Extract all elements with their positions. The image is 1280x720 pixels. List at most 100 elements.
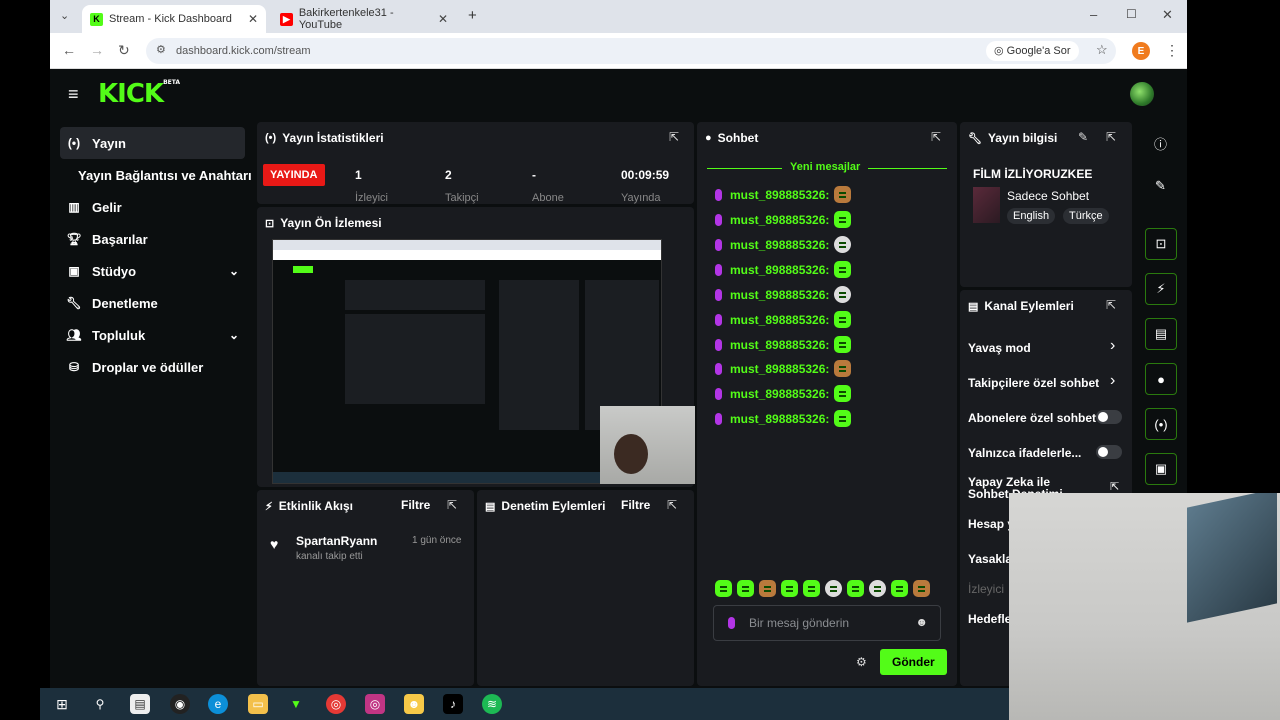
followers-only-item[interactable]: Takipçilere özel sohbet: [968, 376, 1099, 390]
store-icon[interactable]: ▤: [130, 694, 150, 714]
app-icon[interactable]: ◉: [170, 694, 190, 714]
sidebar-item-stream-key[interactable]: Yayın Bağlantısı ve Anahtarı: [72, 159, 262, 191]
panel-title: ⊡ Yayın Ön İzlemesi: [265, 216, 382, 230]
user-avatar[interactable]: [1130, 82, 1154, 106]
tag-chip[interactable]: Türkçe: [1063, 208, 1109, 224]
subscribers-only-toggle[interactable]: [1096, 410, 1122, 424]
rail-document-button[interactable]: ▤: [1145, 318, 1177, 350]
slow-mode-item[interactable]: Yavaş mod: [968, 341, 1031, 355]
windows-start-icon[interactable]: ⊞: [52, 694, 72, 714]
google-ask-button[interactable]: ◎ Google'a Sor: [986, 41, 1079, 61]
chevron-right-icon[interactable]: ›: [1110, 372, 1115, 390]
close-tab-icon[interactable]: ✕: [438, 12, 448, 26]
sidebar-item-basarilar[interactable]: 🏆︎ Başarılar: [60, 223, 245, 255]
chat-username[interactable]: must_898885326:: [730, 288, 829, 302]
send-button[interactable]: Gönder: [880, 649, 947, 675]
emote-icon[interactable]: [891, 580, 908, 597]
emote-icon[interactable]: [781, 580, 798, 597]
forward-icon[interactable]: →: [90, 42, 104, 58]
emote-icon[interactable]: [825, 580, 842, 597]
popout-icon[interactable]: ⇱: [931, 130, 941, 144]
menu-dots-icon[interactable]: ⋮: [1165, 42, 1179, 59]
hamburger-menu-icon[interactable]: ≡: [68, 84, 79, 105]
emote-icon[interactable]: [737, 580, 754, 597]
minimize-icon[interactable]: –: [1090, 7, 1097, 22]
sidebar-item-yayin[interactable]: (•) Yayın: [60, 127, 245, 159]
account-item[interactable]: Hesap y: [968, 517, 1014, 531]
event-user[interactable]: SpartanRyann: [296, 534, 377, 548]
edit-pencil-icon[interactable]: ✎: [1155, 178, 1166, 194]
emote-icon[interactable]: [869, 580, 886, 597]
sidebar-item-topluluk[interactable]: 👥︎ Topluluk ⌄: [60, 319, 245, 351]
popout-icon[interactable]: ⇱: [1106, 298, 1116, 312]
reload-icon[interactable]: ↻: [118, 42, 130, 59]
popout-icon[interactable]: ⇱: [667, 498, 677, 512]
rail-channel-button[interactable]: ▣: [1145, 453, 1177, 485]
profile-avatar[interactable]: E: [1132, 42, 1150, 60]
rail-broadcast-button[interactable]: (•): [1145, 408, 1177, 440]
sidebar-item-droplar[interactable]: ⛁ Droplar ve ödüller: [60, 351, 245, 383]
popout-icon[interactable]: ⇱: [1106, 130, 1116, 144]
chat-username[interactable]: must_898885326:: [730, 263, 829, 277]
emoji-icon[interactable]: ☻: [915, 615, 928, 629]
chat-username[interactable]: must_898885326:: [730, 412, 829, 426]
chrome-icon[interactable]: ◎: [326, 694, 346, 714]
emote-icon[interactable]: [803, 580, 820, 597]
category-thumbnail[interactable]: [973, 187, 1000, 223]
emote-only-toggle[interactable]: [1096, 445, 1122, 459]
instagram-icon[interactable]: ◎: [365, 694, 385, 714]
tab-youtube[interactable]: ▶ Bakirkertenkele31 - YouTube ✕: [272, 5, 456, 33]
chat-username[interactable]: must_898885326:: [730, 387, 829, 401]
bookmark-star-icon[interactable]: ☆: [1096, 42, 1108, 58]
tab-list-chevron-icon[interactable]: ⌄: [60, 9, 69, 22]
popout-icon[interactable]: ⇱: [447, 498, 457, 512]
ban-item[interactable]: Yasakla: [968, 552, 1012, 566]
maximize-icon[interactable]: ☐: [1126, 7, 1137, 21]
folder-icon[interactable]: ▭: [248, 694, 268, 714]
vivaldi-icon[interactable]: ▼: [286, 694, 306, 714]
edit-pencil-icon[interactable]: ✎: [1078, 130, 1088, 144]
emote-icon[interactable]: [847, 580, 864, 597]
tag-chip[interactable]: English: [1007, 208, 1056, 224]
chat-username[interactable]: must_898885326:: [730, 213, 829, 227]
moderation-filter-button[interactable]: Filtre: [621, 498, 650, 512]
chat-input[interactable]: Bir mesaj gönderin ☻: [713, 605, 941, 641]
kick-logo[interactable]: KICKBETA: [98, 79, 180, 109]
rail-lightning-button[interactable]: ⚡︎: [1145, 273, 1177, 305]
new-tab-icon[interactable]: +: [468, 7, 477, 24]
chat-settings-gear-icon[interactable]: ⚙: [856, 655, 867, 669]
popout-icon[interactable]: ⇱: [669, 130, 679, 144]
window-close-icon[interactable]: ✕: [1162, 7, 1173, 23]
tiktok-icon[interactable]: ♪: [443, 694, 463, 714]
chat-bubble-icon: ●: [1157, 371, 1165, 387]
game-icon[interactable]: ☻: [404, 694, 424, 714]
site-info-icon[interactable]: ⚙: [156, 43, 166, 56]
sidebar-item-gelir[interactable]: ▥ Gelir: [60, 191, 245, 223]
chat-username[interactable]: must_898885326:: [730, 188, 829, 202]
rail-preview-button[interactable]: ⊡: [1145, 228, 1177, 260]
sidebar-item-studyo[interactable]: ▣ Stüdyo ⌄: [60, 255, 245, 287]
info-icon[interactable]: ⓘ: [1154, 134, 1167, 153]
emote-icon[interactable]: [715, 580, 732, 597]
rail-chat-button[interactable]: ●: [1145, 363, 1177, 395]
chat-username[interactable]: must_898885326:: [730, 362, 829, 376]
emote-icon[interactable]: [913, 580, 930, 597]
target-item[interactable]: Hedefle: [968, 612, 1011, 626]
chevron-right-icon[interactable]: ›: [1110, 337, 1115, 355]
tab-kick-dashboard[interactable]: K Stream - Kick Dashboard ✕: [82, 5, 266, 33]
sidebar-item-denetleme[interactable]: 🔧︎ Denetleme: [60, 287, 245, 319]
activity-filter-button[interactable]: Filtre: [401, 498, 430, 512]
new-messages-label: Yeni mesajlar: [782, 161, 869, 173]
url-field[interactable]: ⚙ dashboard.kick.com/stream ◎ Google'a S…: [146, 38, 1116, 64]
spotify-icon[interactable]: ≋: [482, 694, 502, 714]
category-name[interactable]: Sadece Sohbet: [1007, 189, 1089, 203]
edge-icon[interactable]: e: [208, 694, 228, 714]
chat-username[interactable]: must_898885326:: [730, 313, 829, 327]
back-icon[interactable]: ←: [62, 42, 76, 58]
external-link-icon[interactable]: ⇱: [1110, 480, 1119, 493]
emote-icon[interactable]: [759, 580, 776, 597]
chat-username[interactable]: must_898885326:: [730, 338, 829, 352]
search-icon[interactable]: ⚲: [90, 694, 110, 714]
chat-username[interactable]: must_898885326:: [730, 238, 829, 252]
close-tab-icon[interactable]: ✕: [248, 12, 258, 26]
